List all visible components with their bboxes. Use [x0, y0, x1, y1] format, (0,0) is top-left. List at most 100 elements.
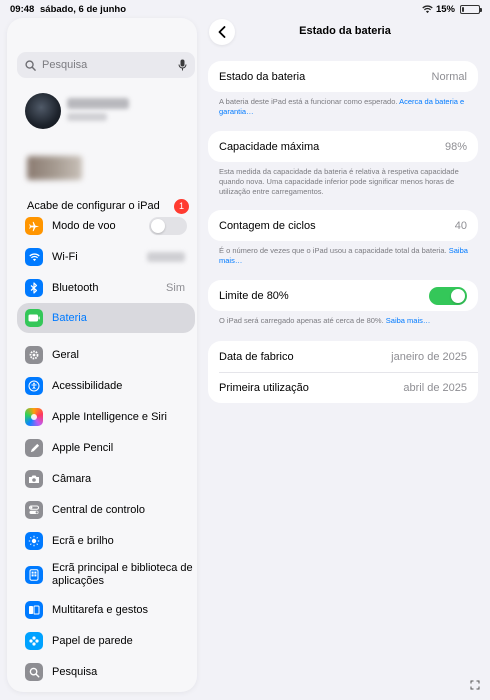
max-capacity-note: Esta medida da capacidade da bateria é r… [219, 167, 459, 196]
max-capacity-label: Capacidade máxima [219, 140, 320, 153]
sidebar-item-label: Câmara [52, 472, 92, 485]
account-name-redacted[interactable] [67, 98, 129, 109]
sidebar-item-camera[interactable]: Câmara [17, 469, 195, 489]
battery-percent: 15% [435, 4, 455, 15]
sidebar-item-label: Pesquisa [52, 665, 98, 678]
max-capacity-value: 98% [444, 140, 467, 153]
limit-80-learn-more-link[interactable]: Saiba mais… [386, 316, 431, 325]
bluetooth-icon [25, 279, 43, 297]
cycle-count-label: Contagem de ciclos [219, 219, 316, 232]
expand-icon[interactable] [470, 680, 480, 692]
battery-icon [25, 309, 43, 327]
sidebar-item-airplane-mode[interactable]: Modo de voo [17, 216, 195, 236]
page-title: Estado da bateria [299, 25, 391, 37]
limit-80-row[interactable]: Limite de 80% [208, 280, 478, 311]
camera-icon [25, 470, 43, 488]
sidebar-item-accessibility[interactable]: Acessibilidade [17, 376, 195, 396]
limit-80-note: O iPad será carregado apenas até cerca d… [219, 316, 471, 326]
max-capacity-card: Capacidade máxima 98% [208, 131, 478, 162]
sidebar-item-label: Bluetooth [52, 281, 99, 294]
cycle-count-card: Contagem de ciclos 40 [208, 210, 478, 241]
sidebar: Pesquisa Acabe de configurar o iPad 1 Mo… [7, 18, 197, 692]
limit-80-toggle[interactable] [429, 286, 467, 305]
sidebar-item-label: Apple Pencil [52, 441, 114, 454]
status-indicators: 15% [422, 4, 482, 15]
first-use-row: Primeira utilização abril de 2025 [219, 372, 478, 403]
avatar[interactable] [25, 93, 61, 129]
battery-health-card: Estado da bateria Normal [208, 61, 478, 92]
sidebar-item-wallpaper[interactable]: Papel de parede [17, 631, 195, 651]
battery-health-note: A bateria deste iPad está a funcionar co… [219, 97, 471, 117]
cycle-count-note-text: É o número de vezes que o iPad usou a ca… [219, 246, 447, 255]
wifi-icon [25, 248, 43, 266]
sidebar-item-bluetooth[interactable]: Bluetooth Sim [17, 278, 195, 298]
gear-icon [25, 346, 43, 364]
manufacture-date-label: Data de fabrico [219, 350, 294, 363]
sidebar-item-general[interactable]: Geral [17, 345, 195, 365]
battery-health-label: Estado da bateria [219, 70, 306, 83]
sidebar-item-label: Multitarefa e gestos [52, 603, 148, 616]
status-bar: 09:48 sábado, 6 de junho 15% [0, 0, 490, 18]
sidebar-item-siri[interactable]: Apple Intelligence e Siri [17, 407, 195, 427]
siri-icon [25, 408, 43, 426]
sidebar-item-label: Modo de voo [52, 219, 116, 232]
search-placeholder: Pesquisa [42, 59, 88, 71]
sidebar-item-search[interactable]: Pesquisa [17, 662, 195, 682]
sidebar-item-battery[interactable]: Bateria [17, 303, 195, 333]
sidebar-item-multitasking[interactable]: Multitarefa e gestos [17, 600, 195, 620]
dates-card: Data de fabrico janeiro de 2025 Primeira… [208, 341, 478, 403]
chevron-left-icon [218, 26, 226, 38]
sidebar-item-label: Ecrã e brilho [52, 534, 114, 547]
wifi-network-redacted [147, 252, 185, 262]
sidebar-item-label: Ecrã principal e biblioteca de aplicaçõe… [52, 562, 193, 587]
sidebar-item-home-screen[interactable]: Ecrã principal e biblioteca de aplicaçõe… [17, 560, 195, 590]
sidebar-item-wifi[interactable]: Wi-Fi [17, 247, 195, 267]
first-use-value: abril de 2025 [403, 382, 467, 394]
notification-badge: 1 [174, 198, 189, 214]
home-screen-icon [25, 566, 43, 584]
sidebar-item-label: Wi-Fi [52, 250, 78, 263]
airplane-icon [25, 217, 43, 235]
manufacture-date-row: Data de fabrico janeiro de 2025 [208, 341, 478, 372]
sidebar-item-control-center[interactable]: Central de controlo [17, 500, 195, 520]
pencil-icon [25, 439, 43, 457]
sidebar-item-label: Papel de parede [52, 634, 133, 647]
sidebar-item-label: Apple Intelligence e Siri [52, 410, 167, 423]
wallpaper-icon [25, 632, 43, 650]
status-date: sábado, 6 de junho [40, 4, 127, 15]
search-field[interactable]: Pesquisa [17, 52, 195, 78]
manufacture-date-value: janeiro de 2025 [391, 350, 467, 363]
limit-80-card: Limite de 80% [208, 280, 478, 311]
sidebar-item-display-brightness[interactable]: Ecrã e brilho [17, 531, 195, 551]
cycle-count-note: É o número de vezes que o iPad usou a ca… [219, 246, 471, 266]
cycle-count-value: 40 [454, 219, 467, 232]
cycle-count-row: Contagem de ciclos 40 [208, 210, 478, 241]
finish-setup-row[interactable]: Acabe de configurar o iPad 1 [27, 196, 189, 216]
max-capacity-row: Capacidade máxima 98% [208, 131, 478, 162]
bluetooth-status: Sim [166, 282, 185, 294]
airplane-mode-toggle[interactable] [149, 217, 187, 235]
status-time: 09:48 [10, 4, 35, 15]
sidebar-item-label: Bateria [52, 311, 87, 324]
status-battery-icon [460, 5, 482, 14]
accessibility-icon [25, 377, 43, 395]
brightness-icon [25, 532, 43, 550]
battery-health-value: Normal [431, 70, 467, 83]
sidebar-item-label: Geral [52, 348, 79, 361]
search-icon [25, 59, 36, 71]
limit-80-label: Limite de 80% [219, 289, 289, 302]
limit-80-note-text: O iPad será carregado apenas até cerca d… [219, 316, 384, 325]
microphone-icon[interactable] [178, 59, 187, 71]
wifi-status-icon [422, 5, 433, 14]
back-button[interactable] [209, 19, 235, 45]
multitasking-icon [25, 601, 43, 619]
search-icon [25, 663, 43, 681]
battery-health-row[interactable]: Estado da bateria Normal [208, 61, 478, 92]
sidebar-item-label: Acessibilidade [52, 379, 123, 392]
first-use-label: Primeira utilização [219, 382, 309, 394]
family-avatars-redacted[interactable] [27, 156, 82, 180]
sidebar-item-apple-pencil[interactable]: Apple Pencil [17, 438, 195, 458]
account-subtitle-redacted [67, 113, 107, 121]
battery-health-note-text: A bateria deste iPad está a funcionar co… [219, 97, 398, 106]
sidebar-item-label: Central de controlo [52, 503, 145, 516]
